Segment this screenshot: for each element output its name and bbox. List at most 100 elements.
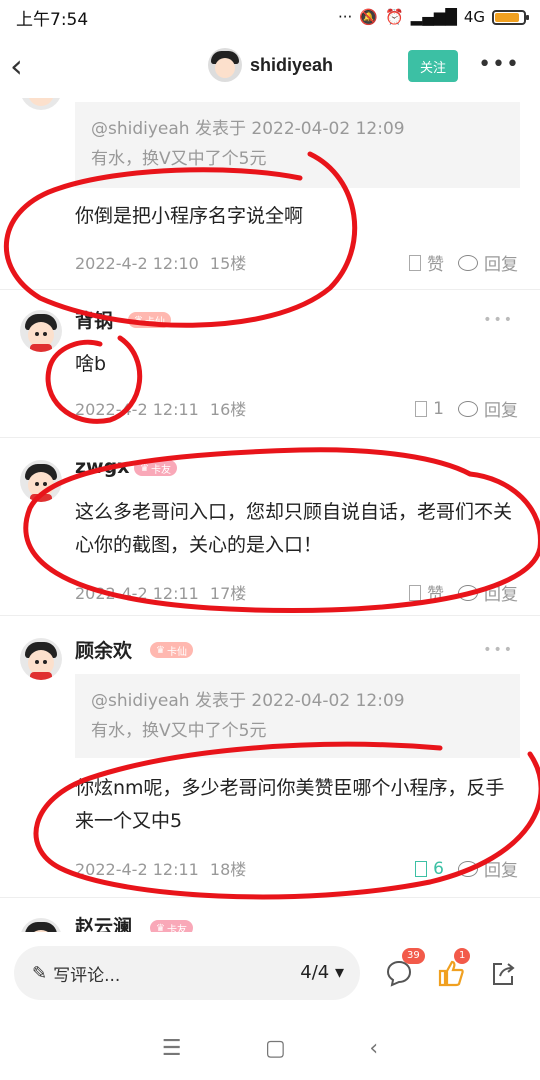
quoted-post[interactable]: @shidiyeah 发表于 2022-04-02 12:09 有水，换V又中了… xyxy=(75,674,520,758)
reply-icon xyxy=(458,254,478,271)
reply-button[interactable]: 回复 xyxy=(458,856,518,881)
comment-floor: 15楼 xyxy=(209,254,247,273)
nav-username[interactable]: shidiyeah xyxy=(250,55,333,76)
comment-actions: 6 回复 xyxy=(415,856,518,881)
comment-count-badge: 39 xyxy=(402,948,425,964)
share-icon xyxy=(493,963,515,985)
dots-icon: ··· xyxy=(337,8,353,26)
comment-username[interactable]: zwgx xyxy=(75,456,129,478)
quote-text: 有水，换V又中了个5元 xyxy=(91,721,267,741)
top-nav: ‹ shidiyeah 关注 ••• xyxy=(0,34,540,98)
comment-meta: 2022-4-2 12:11 16楼 xyxy=(75,396,246,420)
like-button[interactable]: 6 xyxy=(415,859,444,879)
like-button[interactable]: 1 xyxy=(415,399,444,419)
thumb-icon xyxy=(415,860,428,877)
reply-icon xyxy=(458,860,478,877)
comment-item: zwgx ♛ 卡友 这么多老哥问入口，您却只顾自说自话，老哥们不关心你的截图，关心… xyxy=(0,438,540,616)
thumb-icon xyxy=(415,400,428,417)
like-post-button[interactable]: 1 xyxy=(436,948,471,988)
crown-icon: ♛ xyxy=(156,922,165,933)
network-label: 4G xyxy=(463,8,485,26)
write-comment-input[interactable]: ✎ 写评论... 4/4 ▾ xyxy=(14,946,360,1000)
comment-item: @shidiyeah 发表于 2022-04-02 12:09 有水，换V又中了… xyxy=(0,98,540,290)
reply-icon xyxy=(458,400,478,417)
like-count: 6 xyxy=(433,858,444,879)
crown-icon: ♛ xyxy=(156,644,165,656)
comment-username[interactable]: 背锅 xyxy=(75,306,113,333)
mute-icon: 🔕 xyxy=(359,8,378,26)
avatar[interactable] xyxy=(20,310,62,352)
comment-floor: 17楼 xyxy=(209,584,247,603)
comment-username[interactable]: 顾余欢 xyxy=(75,636,132,663)
crown-icon: ♛ xyxy=(134,314,143,326)
comment-text: 你倒是把小程序名字说全啊 xyxy=(75,205,304,227)
reply-label: 回复 xyxy=(484,861,518,881)
comment-username[interactable]: 赵云澜 xyxy=(75,912,132,932)
level-badge: ♛ 卡仙 xyxy=(150,642,193,658)
comment-text: 这么多老哥问入口，您却只顾自说自话，老哥们不关心你的截图，关心的是入口！ xyxy=(75,501,513,556)
reply-button[interactable]: 回复 xyxy=(458,250,518,275)
crown-icon: ♛ xyxy=(140,462,149,474)
comment-actions: 赞 回复 xyxy=(409,250,518,275)
like-count: 1 xyxy=(433,398,444,419)
quoted-post[interactable]: @shidiyeah 发表于 2022-04-02 12:09 有水，换V又中了… xyxy=(75,102,520,188)
back-button[interactable]: ‹ xyxy=(10,48,40,84)
like-label: 赞 xyxy=(427,585,444,605)
battery-icon xyxy=(492,9,529,25)
quote-header: @shidiyeah 发表于 2022-04-02 12:09 xyxy=(91,119,405,139)
pencil-icon: ✎ xyxy=(32,962,48,984)
comment-time: 2022-4-2 12:11 xyxy=(75,400,199,419)
status-bar: 上午7:54 ··· 🔕 ⏰ ▂▄▆█ 4G xyxy=(0,0,540,34)
system-back-icon[interactable]: ‹ xyxy=(369,1036,378,1061)
comment-text: 你炫nm呢，多少老哥问你美赞臣哪个小程序，反手来一个又中5 xyxy=(75,777,505,832)
level-badge: ♛ 卡友 xyxy=(150,920,193,932)
page-indicator[interactable]: 4/4 ▾ xyxy=(300,962,344,983)
avatar[interactable] xyxy=(20,98,62,110)
reply-icon xyxy=(458,584,478,601)
comment-more-icon[interactable]: ••• xyxy=(483,312,514,328)
avatar[interactable] xyxy=(208,48,242,82)
comment-meta: 2022-4-2 12:10 15楼 xyxy=(75,250,246,274)
like-button[interactable]: 赞 xyxy=(409,580,444,605)
signal-icon: ▂▄▆█ xyxy=(410,8,457,26)
share-button[interactable] xyxy=(488,958,518,988)
like-count-badge: 1 xyxy=(454,948,471,964)
write-comment-label: 写评论... xyxy=(53,965,121,986)
reply-button[interactable]: 回复 xyxy=(458,396,518,421)
comment-item: 背锅 ♛ 卡仙 ••• 啥b 2022-4-2 12:11 16楼 1 回复 xyxy=(0,290,540,438)
reply-button[interactable]: 回复 xyxy=(458,580,518,605)
comment-item: 顾余欢 ♛ 卡仙 ••• @shidiyeah 发表于 2022-04-02 12… xyxy=(0,616,540,898)
comment-time: 2022-4-2 12:11 xyxy=(75,860,199,879)
more-icon[interactable]: ••• xyxy=(478,52,520,77)
follow-button[interactable]: 关注 xyxy=(408,50,458,82)
reply-label: 回复 xyxy=(484,585,518,605)
reply-label: 回复 xyxy=(484,401,518,421)
like-label: 赞 xyxy=(427,255,444,275)
avatar[interactable] xyxy=(20,918,62,932)
thumb-icon xyxy=(409,584,421,601)
comment-time: 2022-4-2 12:11 xyxy=(75,584,199,603)
comment-item: 赵云澜 ♛ 卡友 xyxy=(0,898,540,932)
thumb-icon xyxy=(409,254,421,271)
comment-count-button[interactable]: 39 xyxy=(384,948,425,988)
nav-user[interactable]: shidiyeah xyxy=(208,48,333,82)
system-nav: ☰ ▢ ‹ xyxy=(0,1016,540,1080)
comment-floor: 18楼 xyxy=(209,860,247,879)
avatar[interactable] xyxy=(20,638,62,680)
alarm-icon: ⏰ xyxy=(384,8,404,26)
home-icon[interactable]: ▢ xyxy=(265,1036,286,1061)
bottom-bar: ✎ 写评论... 4/4 ▾ 39 1 xyxy=(0,932,540,1016)
comment-text: 啥b xyxy=(75,353,107,375)
comment-floor: 16楼 xyxy=(209,400,247,419)
avatar[interactable] xyxy=(20,460,62,502)
quote-text: 有水，换V又中了个5元 xyxy=(91,149,267,169)
menu-icon[interactable]: ☰ xyxy=(162,1036,182,1061)
comment-actions: 赞 回复 xyxy=(409,580,518,605)
quote-header: @shidiyeah 发表于 2022-04-02 12:09 xyxy=(91,691,405,711)
comment-more-icon[interactable]: ••• xyxy=(483,642,514,658)
reply-label: 回复 xyxy=(484,255,518,275)
comment-feed[interactable]: @shidiyeah 发表于 2022-04-02 12:09 有水，换V又中了… xyxy=(0,98,540,932)
comment-meta: 2022-4-2 12:11 17楼 xyxy=(75,580,246,604)
like-button[interactable]: 赞 xyxy=(409,250,444,275)
comment-time: 2022-4-2 12:10 xyxy=(75,254,199,273)
